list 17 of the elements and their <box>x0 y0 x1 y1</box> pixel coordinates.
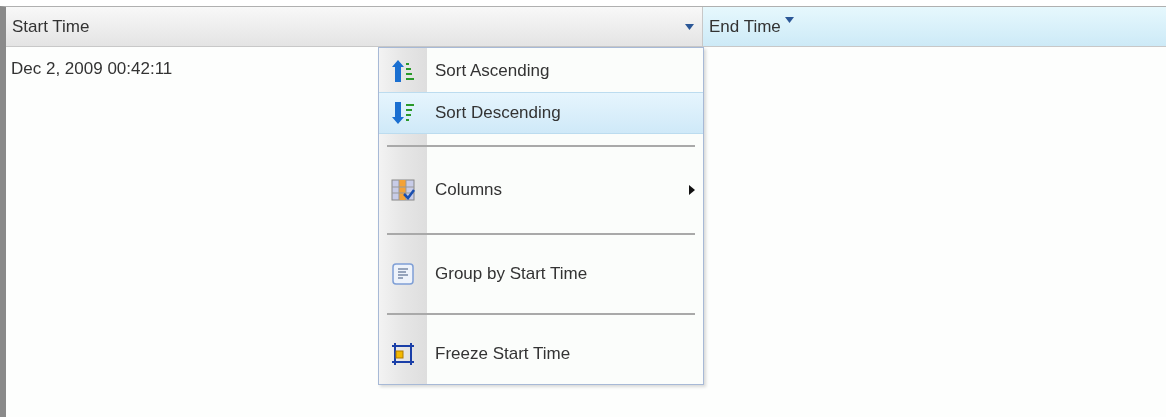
sort-descending-icon <box>391 101 415 125</box>
menu-item[interactable]: Freeze Start Time <box>379 326 703 382</box>
menu-item[interactable]: Group by Start Time <box>379 246 703 302</box>
table-cell: Dec 2, 2009 00:42:11 <box>11 59 173 78</box>
menu-item[interactable]: Sort Descending <box>379 92 703 134</box>
table-columns-icon <box>391 178 415 202</box>
column-title: Start Time <box>12 15 90 38</box>
column-header[interactable]: Start Time <box>6 7 703 46</box>
freeze-pane-icon <box>391 342 415 366</box>
sort-ascending-icon <box>391 59 415 83</box>
dropdown-arrow-icon[interactable] <box>685 23 694 30</box>
column-header[interactable]: End Time <box>703 7 1166 46</box>
sort-arrow-icon <box>784 17 794 23</box>
menu-item[interactable]: Sort Ascending <box>379 50 703 92</box>
menu-item[interactable]: Columns <box>379 158 703 222</box>
document-lines-icon <box>391 262 415 286</box>
column-title: End Time <box>709 15 781 38</box>
